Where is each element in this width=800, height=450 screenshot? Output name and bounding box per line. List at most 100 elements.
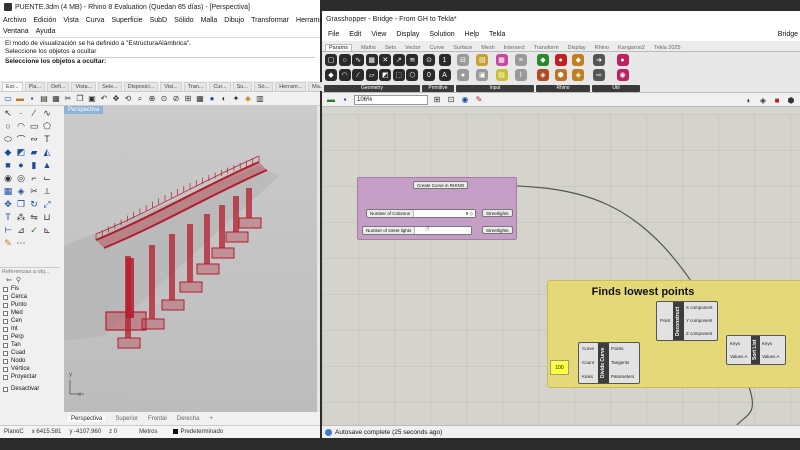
text-icon[interactable]: T [41, 133, 53, 145]
checkbox[interactable] [3, 326, 8, 332]
number-param-icon[interactable]: 0 [423, 69, 435, 81]
divide-out-tangents[interactable]: Tangents [611, 360, 629, 365]
layer-icon[interactable]: ◈ [243, 94, 253, 104]
move-icon[interactable]: ✥ [2, 198, 14, 210]
gh-menu-tekla[interactable]: Tekla [489, 31, 505, 38]
value-list-icon[interactable]: ≡ [514, 54, 527, 66]
menu-solido[interactable]: Sólido [174, 17, 193, 24]
button-icon[interactable]: ▣ [476, 69, 489, 81]
dimension-icon[interactable]: ⊢ [2, 224, 14, 236]
rhino-material-icon[interactable]: ⬢ [554, 69, 567, 81]
sort-in-keys[interactable]: Keys [730, 341, 740, 346]
osnap-item[interactable]: Int [0, 325, 60, 333]
osnap-back-icon[interactable]: ⇐ [6, 276, 12, 285]
point-param-icon[interactable]: ✕ [379, 54, 392, 66]
gh-doc-name[interactable]: Bridge [778, 31, 798, 38]
line-param-icon[interactable]: ∕ [352, 69, 365, 81]
freeform-icon[interactable]: ⌒ [15, 133, 27, 145]
columns-slider-rail[interactable]: 8 ◇ [413, 210, 475, 217]
zoom-extents-icon[interactable]: ⊙ [159, 94, 169, 104]
integer-param-icon[interactable]: 1 [438, 54, 451, 66]
circle-icon[interactable]: ○ [2, 120, 14, 132]
gh-eye-icon[interactable]: ◉ [460, 95, 470, 105]
sort-out-keys[interactable]: Keys [762, 341, 772, 346]
new-file-icon[interactable]: ▭ [3, 94, 13, 104]
sphere-util-icon[interactable]: ● [616, 54, 629, 66]
zoom-selected-icon[interactable]: ⊘ [171, 94, 181, 104]
surface-param-icon[interactable]: ◩ [379, 69, 392, 81]
checkbox[interactable] [3, 334, 8, 340]
render-icon[interactable]: ◐ [219, 94, 229, 104]
gh-preview-wire-icon[interactable]: ◐ [744, 95, 754, 105]
sort-list-component[interactable]: Keys Values A Sort List Keys Values A [726, 335, 786, 365]
decon-out-y[interactable]: Y component [686, 318, 712, 323]
array-icon[interactable]: ⁂ [15, 211, 27, 223]
osnap-item[interactable]: Perp [0, 333, 60, 341]
perspective-viewport[interactable]: Perspectiva y x [64, 106, 318, 412]
sweep-icon[interactable]: ◭ [41, 146, 53, 158]
split-icon[interactable]: ⟂ [41, 185, 53, 197]
divide-in-count[interactable]: Count [582, 360, 594, 365]
menu-ayuda[interactable]: Ayuda [36, 28, 56, 35]
gh-preview-shaded-icon[interactable]: ◈ [758, 95, 768, 105]
menu-transformar[interactable]: Transformar [251, 17, 289, 24]
osnap-item[interactable]: Med [0, 309, 60, 317]
boolean-diff-icon[interactable]: ◎ [15, 172, 27, 184]
sort-out-values[interactable]: Values A [762, 354, 779, 359]
status-layer[interactable]: Predeterminado [173, 428, 223, 435]
chamfer-icon[interactable]: ⌙ [41, 172, 53, 184]
checkbox[interactable] [3, 386, 8, 392]
brep-param-icon[interactable]: ◆ [325, 69, 337, 81]
sort-in-values[interactable]: Values A [730, 354, 747, 359]
mirror-icon[interactable]: ⇋ [28, 211, 40, 223]
gh-tab-curve[interactable]: Curve [430, 45, 445, 51]
rhino-cherry-icon[interactable]: ● [554, 54, 567, 66]
gh-preview-mode-icon[interactable]: ⊡ [446, 95, 456, 105]
gh-open-icon[interactable]: ▬ [326, 95, 336, 105]
select-arrow-icon[interactable]: ↖ [2, 107, 14, 119]
slider-icon[interactable]: ⊟ [457, 54, 469, 66]
zoom-icon[interactable]: ⌕ [135, 94, 145, 104]
gh-tab-vector[interactable]: Vector [405, 45, 421, 51]
sphere-icon[interactable]: ● [15, 159, 27, 171]
gh-tab-kangaroo2[interactable]: Kangaroo2 [618, 45, 645, 51]
osnap-item[interactable]: Desactivar [0, 385, 60, 393]
menu-vista[interactable]: Vista [63, 17, 78, 24]
paste-icon[interactable]: ▣ [87, 94, 97, 104]
toolbar-tab[interactable]: Est... [2, 82, 23, 91]
deconstruct-component[interactable]: Point Deconstruct X component Y componen… [656, 301, 718, 341]
properties-icon[interactable]: ▦ [51, 94, 61, 104]
divide-in-curve[interactable]: Curve [582, 346, 594, 351]
decon-out-x[interactable]: X component [686, 305, 713, 310]
surface-icon[interactable]: ◆ [2, 146, 14, 158]
field-param-icon[interactable]: ≋ [406, 54, 419, 66]
gh-menu-help[interactable]: Help [465, 31, 479, 38]
gh-zoom-extents-icon[interactable]: ⊞ [432, 95, 442, 105]
menu-malla[interactable]: Malla [201, 17, 218, 24]
boolean-union-icon[interactable]: ◉ [2, 172, 14, 184]
gh-save-icon[interactable]: ▪ [340, 95, 350, 105]
streetlights-slider-rail[interactable]: ☝ [414, 226, 471, 234]
group-param-icon[interactable]: ⬚ [392, 69, 405, 81]
rhino-block-icon[interactable]: ◆ [572, 54, 585, 66]
rhino-object-icon[interactable]: ◈ [537, 69, 549, 81]
toolbar-tab[interactable]: Herram... [275, 82, 307, 91]
measure-icon[interactable]: ⊾ [41, 224, 53, 236]
rhino-bake-icon[interactable]: ◈ [572, 69, 585, 81]
gh-menu-solution[interactable]: Solution [429, 31, 454, 38]
gh-tab-intersect[interactable]: Intersect [504, 45, 525, 51]
cut-icon[interactable]: ✂ [63, 94, 73, 104]
rotate-icon[interactable]: ↻ [28, 198, 40, 210]
gh-tab-tekla[interactable]: Tekla 2025 [654, 45, 681, 51]
divide-out-parameters[interactable]: Parameters [611, 374, 634, 379]
gh-tab-transform[interactable]: Transform [534, 45, 559, 51]
vector-param-icon[interactable]: ↗ [392, 54, 405, 66]
osnap-item[interactable]: Nodo [0, 357, 60, 365]
toolbar-tab[interactable]: Só... [253, 82, 274, 91]
checkbox[interactable] [3, 310, 8, 316]
gh-menu-view[interactable]: View [371, 31, 386, 38]
fillet-icon[interactable]: ⌐ [28, 172, 40, 184]
gh-tab-maths[interactable]: Maths [361, 45, 376, 51]
print-icon[interactable]: ▤ [39, 94, 49, 104]
menu-subd[interactable]: SubD [150, 17, 168, 24]
